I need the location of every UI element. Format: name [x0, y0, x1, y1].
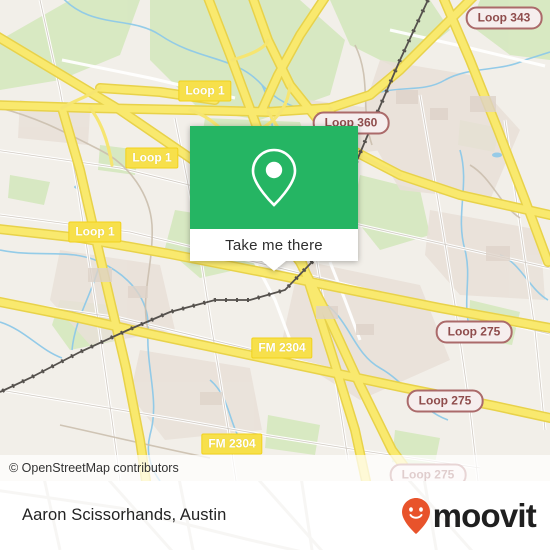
- location-callout-popup[interactable]: Take me there: [190, 126, 358, 271]
- road-shield: Loop 1: [178, 80, 232, 102]
- moovit-brand-logo[interactable]: moovit: [401, 497, 537, 535]
- place-title: Aaron Scissorhands, Austin: [22, 506, 227, 524]
- callout-action-row[interactable]: Take me there: [190, 229, 358, 261]
- moovit-map-page: Loop 343 Loop 1 Loop 360 Loop 1 Loop 1 Loop 2…: [0, 0, 550, 550]
- take-me-there-label: Take me there: [225, 236, 323, 254]
- callout-header: [190, 126, 358, 229]
- moovit-smiley-pin-icon: [401, 497, 430, 534]
- footer-content: Aaron Scissorhands, Austin moovit: [0, 481, 550, 550]
- osm-attribution-text[interactable]: © OpenStreetMap contributors: [0, 461, 179, 475]
- map-canvas[interactable]: Loop 343 Loop 1 Loop 360 Loop 1 Loop 1 Loop 2…: [0, 0, 550, 481]
- moovit-wordmark: moovit: [432, 497, 537, 534]
- road-shield: Loop 343: [465, 6, 543, 30]
- road-shield: Loop 275: [435, 320, 513, 344]
- road-shield: FM 2304: [201, 433, 263, 455]
- map-attribution-bar: © OpenStreetMap contributors: [0, 455, 550, 481]
- callout-tail: [262, 261, 286, 271]
- map-pin-icon: [251, 148, 297, 207]
- road-shield: FM 2304: [251, 337, 313, 359]
- footer-bar: Aaron Scissorhands, Austin moovit: [0, 481, 550, 550]
- road-shield: Loop 1: [125, 147, 179, 169]
- road-shield: Loop 1: [68, 221, 122, 243]
- road-shield: Loop 275: [406, 389, 484, 413]
